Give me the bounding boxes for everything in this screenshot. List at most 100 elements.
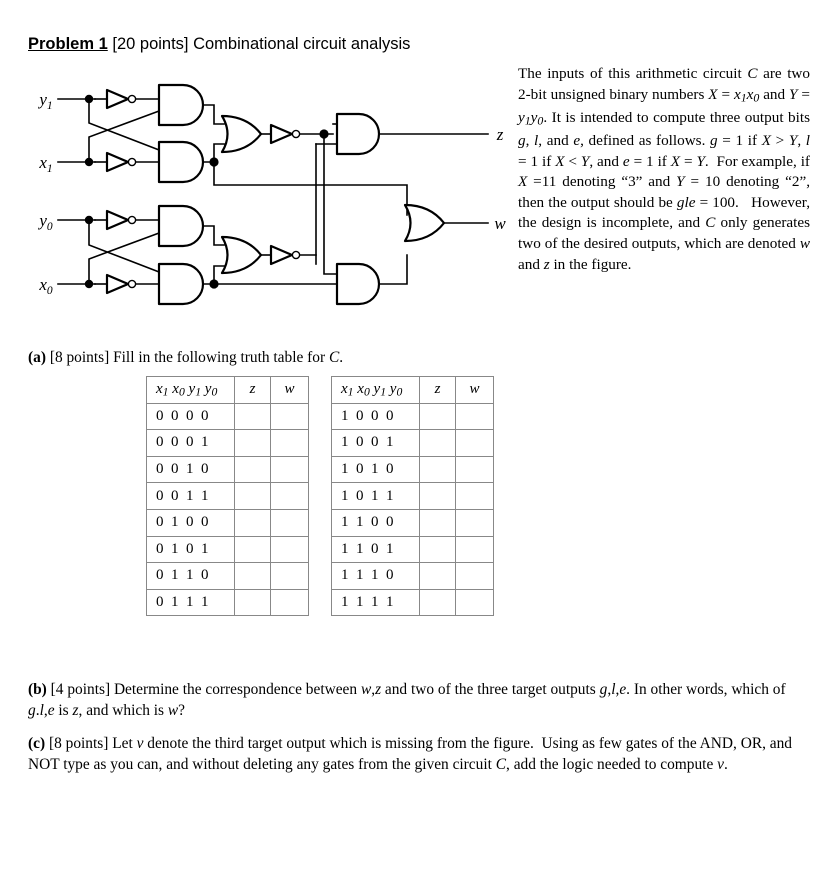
cell-z[interactable] — [234, 508, 271, 537]
truth-table-left: x1 x0 y1 y0 z w 0 0 0 0 0 0 0 1 0 0 1 0 … — [146, 376, 309, 617]
circuit-diagram: y1 x1 z y0 x0 w — [28, 78, 518, 333]
input-label-x0: x0 — [38, 275, 53, 297]
cell-bits: 1 0 0 1 — [331, 429, 420, 457]
cell-bits: 1 1 0 1 — [331, 535, 420, 564]
table-row: 0 1 0 1 — [146, 535, 309, 564]
cell-z[interactable] — [234, 562, 271, 590]
cell-z[interactable] — [419, 482, 456, 510]
not-gate-x1 — [105, 151, 130, 173]
table-row: 0 0 1 1 — [146, 482, 309, 510]
part-a-symbol: C — [328, 349, 340, 366]
table-row: 0 1 1 1 — [146, 588, 309, 617]
header-cell-w: w — [270, 376, 309, 404]
cell-bits: 1 1 0 0 — [331, 508, 420, 537]
cell-z[interactable] — [234, 588, 271, 617]
cell-w[interactable] — [270, 588, 309, 617]
and-gate-bottom-2 — [157, 262, 205, 306]
table-row: 1 0 1 0 — [331, 455, 494, 484]
table-row: 1 0 0 1 — [331, 429, 494, 457]
cell-w[interactable] — [270, 562, 309, 590]
cell-bits: 1 1 1 1 — [331, 588, 420, 617]
or-gate-bottom — [220, 235, 263, 275]
part-a-body: Fill in the following truth table for — [109, 349, 329, 366]
output-label-z: z — [496, 125, 504, 144]
table-row: 0 0 0 1 — [146, 429, 309, 457]
or-gate-top — [220, 114, 263, 154]
part-c-label: (c) — [28, 735, 46, 752]
and-gate-bottom-1 — [157, 204, 205, 248]
not-bubble — [291, 129, 301, 139]
cell-w[interactable] — [455, 455, 494, 484]
cell-z[interactable] — [419, 429, 456, 457]
or-gate-w — [403, 203, 446, 243]
cell-z[interactable] — [234, 429, 271, 457]
table-row: 1 1 0 0 — [331, 508, 494, 537]
cell-z[interactable] — [419, 588, 456, 617]
not-bubble — [127, 215, 137, 225]
part-b-label: (b) — [28, 681, 47, 698]
table-row: 1 1 0 1 — [331, 535, 494, 564]
cell-bits: 0 1 1 0 — [146, 562, 235, 590]
cell-w[interactable] — [455, 562, 494, 590]
part-c-points: [8 points] — [48, 735, 109, 752]
truth-table-right: x1 x0 y1 y0 z w 1 0 0 0 1 0 0 1 1 0 1 0 … — [331, 376, 494, 617]
not-gate-y1 — [105, 88, 130, 110]
cell-bits: 0 0 1 0 — [146, 455, 235, 484]
cell-w[interactable] — [270, 402, 309, 431]
header-cell-bits: x1 x0 y1 y0 — [331, 376, 420, 404]
table-row: 0 1 1 0 — [146, 562, 309, 590]
not-bubble — [127, 157, 137, 167]
cell-w[interactable] — [455, 482, 494, 510]
input-label-x1: x1 — [38, 153, 52, 175]
cell-z[interactable] — [234, 402, 271, 431]
cell-z[interactable] — [419, 508, 456, 537]
cell-w[interactable] — [455, 588, 494, 617]
cell-z[interactable] — [234, 535, 271, 564]
input-label-y1: y1 — [37, 90, 52, 112]
cell-w[interactable] — [270, 535, 309, 564]
page-title: Problem 1 [20 points] Combinational circ… — [28, 34, 410, 54]
cell-bits: 0 0 0 0 — [146, 402, 235, 431]
cell-bits: 1 0 1 1 — [331, 482, 420, 510]
header-cell-w: w — [455, 376, 494, 404]
not-bubble — [291, 250, 301, 260]
output-label-w: w — [494, 214, 506, 233]
cell-bits: 0 0 0 1 — [146, 429, 235, 457]
cell-w[interactable] — [270, 429, 309, 457]
header-cell-z: z — [234, 376, 271, 404]
not-bubble — [127, 279, 137, 289]
table-row: 1 1 1 0 — [331, 562, 494, 590]
header-cell-bits: x1 x0 y1 y0 — [146, 376, 235, 404]
cell-bits: 1 1 1 0 — [331, 562, 420, 590]
cell-w[interactable] — [270, 482, 309, 510]
table-row: 1 1 1 1 — [331, 588, 494, 617]
cell-w[interactable] — [455, 508, 494, 537]
cell-z[interactable] — [234, 455, 271, 484]
cell-z[interactable] — [419, 402, 456, 431]
cell-z[interactable] — [234, 482, 271, 510]
part-c-text: (c) [8 points] Let v denote the third ta… — [28, 735, 793, 773]
header-cell-z: z — [419, 376, 456, 404]
document-page: Problem 1 [20 points] Combinational circ… — [0, 0, 827, 887]
cell-w[interactable] — [455, 402, 494, 431]
cell-bits: 0 0 1 1 — [146, 482, 235, 510]
part-a-period: . — [339, 349, 344, 366]
part-a-label: (a) — [28, 349, 46, 366]
cell-z[interactable] — [419, 455, 456, 484]
table-row: 0 1 0 0 — [146, 508, 309, 537]
part-a-points: [8 points] — [49, 349, 110, 366]
cell-z[interactable] — [419, 535, 456, 564]
not-gate-top-or — [269, 123, 294, 145]
and-gate-top-1 — [157, 83, 205, 127]
cell-w[interactable] — [455, 429, 494, 457]
and-gate-bottom-w — [335, 262, 381, 306]
not-gate-bottom-or — [269, 244, 294, 266]
cell-w[interactable] — [270, 455, 309, 484]
problem-title-rest: [20 points] Combinational circuit analys… — [107, 35, 411, 53]
cell-w[interactable] — [270, 508, 309, 537]
cell-bits: 0 1 1 1 — [146, 588, 235, 617]
cell-z[interactable] — [419, 562, 456, 590]
and-gate-z — [335, 112, 381, 156]
problem-number: Problem 1 — [28, 35, 108, 53]
cell-w[interactable] — [455, 535, 494, 564]
